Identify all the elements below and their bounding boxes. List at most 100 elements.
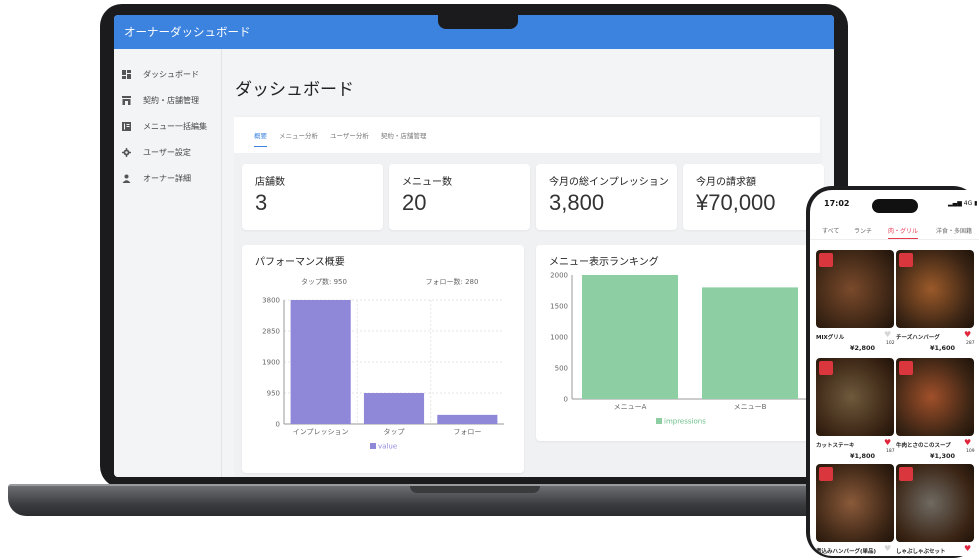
stat-card-impressions: 今月の総インプレッション 3,800 — [536, 164, 677, 230]
stat-label: メニュー数 — [402, 177, 452, 188]
menu-ranking-bar-chart: 0 500 1000 1500 2000 メニューA メニューB impressions — [550, 272, 822, 426]
menu-item-card[interactable]: 煮込みハンバーグ(単品) ♥ — [816, 464, 896, 556]
heart-icon[interactable]: ♥ — [964, 330, 971, 339]
sidebar-item-label: メニュー一括編集 — [143, 121, 207, 131]
laptop-opening-groove — [410, 486, 540, 493]
badge-icon — [899, 253, 913, 267]
heart-icon[interactable]: ♥ — [964, 438, 971, 447]
y-tick-label: 2850 — [262, 328, 280, 336]
menu-item-card[interactable]: しゃぶしゃぶセット ♥ — [896, 464, 976, 556]
menu-item-name: カットステーキ — [816, 443, 855, 449]
tab-overview[interactable]: 概要 — [254, 124, 267, 147]
stat-value: 3 — [255, 190, 268, 215]
bar — [290, 300, 351, 424]
main-content: ダッシュボード 概要 メニュー分析 ユーザー分析 契約・店舗管理 店舗数 3 メ… — [222, 49, 834, 477]
food-photo — [896, 358, 974, 436]
stat-label: 今月の請求額 — [696, 177, 756, 188]
sidebar-item-contracts[interactable]: 契約・店舗管理 — [114, 87, 221, 113]
bar — [437, 414, 498, 424]
menu-item-name: チーズハンバーグ — [896, 335, 940, 341]
annotation: タップ数: 950 — [301, 277, 347, 286]
menu-item-name: しゃぶしゃぶセット — [896, 549, 946, 555]
y-tick-label: 0 — [564, 396, 568, 404]
food-photo — [816, 358, 894, 436]
menu-item-card[interactable]: カットステーキ ♥ ¥1,800 187 — [816, 358, 896, 460]
like-count: 109 — [966, 449, 975, 454]
menu-item-price: ¥1,300 — [930, 452, 956, 460]
legend-swatch — [656, 418, 662, 424]
y-tick-label: 500 — [555, 365, 568, 373]
page-title: ダッシュボード — [235, 80, 354, 100]
dynamic-island — [872, 199, 918, 213]
status-time: 17:02 — [824, 199, 850, 208]
badge-icon — [899, 467, 913, 481]
bar — [582, 275, 678, 399]
heart-icon[interactable]: ♥ — [884, 438, 891, 447]
menu-item-name: MIXグリル — [816, 335, 845, 341]
stat-value: 3,800 — [549, 190, 605, 215]
phone-tab-lunch[interactable]: ランチ — [854, 226, 872, 235]
badge-icon — [819, 253, 833, 267]
menu-item-card[interactable]: MIXグリル ♥ ¥2,800 102 — [816, 250, 896, 352]
sidebar: ダッシュボード 契約・店舗管理 メニュー一括編集 ユーザー設定 オーナー詳細 — [114, 49, 222, 477]
menu-ranking-chart-card: メニュー表示ランキング 0 500 1000 1500 2000 メニューA メニューB im… — [536, 245, 822, 441]
sidebar-item-label: 契約・店舗管理 — [143, 95, 199, 105]
x-tick-label: フォロー — [453, 428, 481, 436]
sidebar-item-label: オーナー詳細 — [143, 173, 191, 183]
like-count: 287 — [966, 341, 975, 346]
dashboard-icon — [121, 69, 131, 79]
y-tick-label: 3800 — [262, 297, 280, 305]
stat-value: ¥70,000 — [696, 190, 776, 215]
gear-icon — [121, 147, 131, 157]
badge-icon — [819, 467, 833, 481]
x-tick-label: インプレッション — [293, 428, 349, 436]
laptop-screen: オーナーダッシュボード ダッシュボード 契約・店舗管理 メニュー一括編集 ユーザ… — [114, 15, 834, 477]
like-count: 187 — [886, 449, 895, 454]
menu-item-card[interactable]: チーズハンバーグ ♥ ¥1,600 287 — [896, 250, 976, 352]
stage: オーナーダッシュボード ダッシュボード 契約・店舗管理 メニュー一括編集 ユーザ… — [0, 0, 979, 560]
heart-icon[interactable]: ♥ — [884, 544, 891, 553]
camera-notch — [438, 15, 518, 29]
stat-label: 今月の総インプレッション — [549, 177, 669, 188]
x-tick-label: タップ — [384, 427, 405, 436]
stat-card-menus: メニュー数 20 — [389, 164, 530, 230]
stat-value: 20 — [402, 190, 427, 215]
food-photo — [816, 250, 894, 328]
menu-item-card[interactable]: 牛肉とさのこのスープ ♥ ¥1,300 109 — [896, 358, 976, 460]
sidebar-item-dashboard[interactable]: ダッシュボード — [114, 61, 221, 87]
menu-item-name: 牛肉とさのこのスープ — [896, 443, 951, 449]
menu-item-name: 煮込みハンバーグ(単品) — [816, 549, 877, 555]
y-tick-label: 1500 — [550, 303, 568, 311]
person-icon — [121, 173, 131, 183]
x-tick-label: メニューA — [614, 403, 647, 411]
sidebar-item-label: ダッシュボード — [143, 69, 199, 79]
menu-item-price: ¥1,600 — [930, 344, 956, 352]
tab-contracts[interactable]: 契約・店舗管理 — [381, 124, 427, 146]
phone-tab-western[interactable]: 洋食・多国籍 — [936, 226, 972, 235]
bar — [702, 287, 798, 399]
stat-card-stores: 店舗数 3 — [242, 164, 383, 230]
legend-label: impressions — [664, 418, 706, 426]
y-tick-label: 2000 — [550, 272, 568, 280]
sidebar-item-menu-bulk-edit[interactable]: メニュー一括編集 — [114, 113, 221, 139]
menu-book-icon — [121, 121, 131, 131]
food-photo — [816, 464, 894, 542]
sidebar-item-user-settings[interactable]: ユーザー設定 — [114, 139, 221, 165]
badge-icon — [899, 361, 913, 375]
y-tick-label: 1900 — [262, 359, 280, 367]
stat-label: 店舗数 — [255, 177, 285, 188]
phone-tab-meat-grill[interactable]: 肉・グリル — [888, 226, 919, 239]
performance-bar-chart: 0 950 1900 2850 3800 インプレッション タップ フォロー タップ数: 950… — [262, 277, 504, 451]
tab-menu-analysis[interactable]: メニュー分析 — [279, 124, 318, 146]
sidebar-item-owner-details[interactable]: オーナー詳細 — [114, 165, 221, 191]
signal-icon: ▂▄▆ 4G ▮ — [948, 200, 978, 207]
x-tick-label: メニューB — [734, 403, 767, 411]
legend-label: value — [378, 443, 397, 451]
network-label: 4G — [963, 200, 973, 207]
phone-category-tabs: すべて ランチ 肉・グリル 洋食・多国籍 — [810, 222, 979, 240]
phone-tab-all[interactable]: すべて — [822, 226, 839, 235]
heart-icon[interactable]: ♥ — [964, 544, 971, 553]
tab-user-analysis[interactable]: ユーザー分析 — [330, 124, 369, 146]
heart-icon[interactable]: ♥ — [884, 330, 891, 339]
like-count: 102 — [886, 341, 895, 346]
